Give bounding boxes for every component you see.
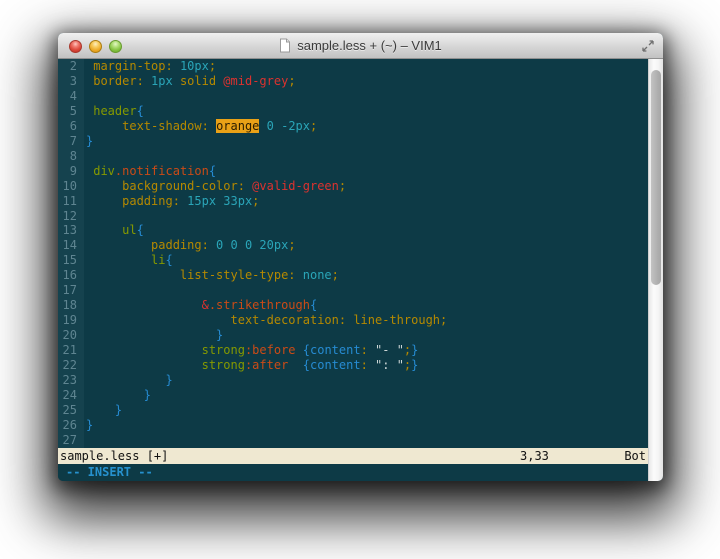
line-number: 7: [58, 134, 77, 149]
editor-main: 2345678910111213141516171819202122232425…: [58, 59, 648, 481]
line-number: 15: [58, 253, 77, 268]
zoom-button[interactable]: [109, 40, 122, 53]
vim-window: sample.less + (~) – VIM1 234567891011121…: [58, 33, 663, 481]
line-number: 26: [58, 418, 77, 433]
vim-status-bar: sample.less [+] 3,33 Bot: [58, 448, 648, 464]
code-line: ul{: [86, 223, 648, 238]
title-bar[interactable]: sample.less + (~) – VIM1: [58, 33, 663, 59]
code-line: margin-top: 10px;: [86, 59, 648, 74]
scrollbar-thumb[interactable]: [651, 70, 661, 285]
code-line: text-shadow: orange 0 -2px;: [86, 119, 648, 134]
line-number-gutter: 2345678910111213141516171819202122232425…: [58, 59, 84, 448]
code-line: text-decoration: line-through;: [86, 313, 648, 328]
document-icon: [279, 38, 291, 53]
code-line: strong:after {content: ": ";}: [86, 358, 648, 373]
status-cursor-position: 3,33: [520, 448, 549, 464]
window-body: 2345678910111213141516171819202122232425…: [58, 59, 663, 481]
line-number: 23: [58, 373, 77, 388]
line-number: 5: [58, 104, 77, 119]
code-line: }: [86, 373, 648, 388]
code-line: header{: [86, 104, 648, 119]
code-line: [86, 283, 648, 298]
code-line: li{: [86, 253, 648, 268]
line-number: 22: [58, 358, 77, 373]
line-number: 16: [58, 268, 77, 283]
code-line: [86, 149, 648, 164]
code-line: strong:before {content: "- ";}: [86, 343, 648, 358]
line-number: 18: [58, 298, 77, 313]
line-number: 14: [58, 238, 77, 253]
line-number: 12: [58, 209, 77, 224]
line-number: 25: [58, 403, 77, 418]
code-line: &.strikethrough{: [86, 298, 648, 313]
code-line: list-style-type: none;: [86, 268, 648, 283]
code-line: }: [86, 328, 648, 343]
code-line: padding: 0 0 0 20px;: [86, 238, 648, 253]
line-number: 8: [58, 149, 77, 164]
vim-mode-line: -- INSERT --: [58, 464, 648, 481]
line-number: 10: [58, 179, 77, 194]
close-button[interactable]: [69, 40, 82, 53]
line-number: 27: [58, 433, 77, 448]
status-scroll-position: Bot: [624, 448, 646, 464]
code-line: border: 1px solid @mid-grey;: [86, 74, 648, 89]
line-number: 3: [58, 74, 77, 89]
status-filename: sample.less [+]: [60, 448, 168, 464]
line-number: 9: [58, 164, 77, 179]
code-lines[interactable]: margin-top: 10px; border: 1px solid @mid…: [84, 59, 648, 448]
scrollbar-track[interactable]: [648, 59, 663, 481]
code-line: padding: 15px 33px;: [86, 194, 648, 209]
line-number: 4: [58, 89, 77, 104]
code-line: }: [86, 134, 648, 149]
line-number: 6: [58, 119, 77, 134]
line-number: 2: [58, 59, 77, 74]
line-number: 20: [58, 328, 77, 343]
code-line: }: [86, 388, 648, 403]
line-number: 19: [58, 313, 77, 328]
line-number: 21: [58, 343, 77, 358]
code-line: [86, 209, 648, 224]
code-line: background-color: @valid-green;: [86, 179, 648, 194]
code-line: [86, 433, 648, 448]
line-number: 17: [58, 283, 77, 298]
minimize-button[interactable]: [89, 40, 102, 53]
line-number: 24: [58, 388, 77, 403]
code-line: }: [86, 418, 648, 433]
code-line: }: [86, 403, 648, 418]
line-number: 11: [58, 194, 77, 209]
code-area[interactable]: 2345678910111213141516171819202122232425…: [58, 59, 648, 448]
window-title: sample.less + (~) – VIM1: [297, 38, 442, 53]
window-controls: [69, 40, 122, 53]
fullscreen-icon[interactable]: [641, 39, 655, 53]
window-title-group: sample.less + (~) – VIM1: [279, 38, 442, 53]
code-line: div.notification{: [86, 164, 648, 179]
line-number: 13: [58, 223, 77, 238]
code-line: [86, 89, 648, 104]
